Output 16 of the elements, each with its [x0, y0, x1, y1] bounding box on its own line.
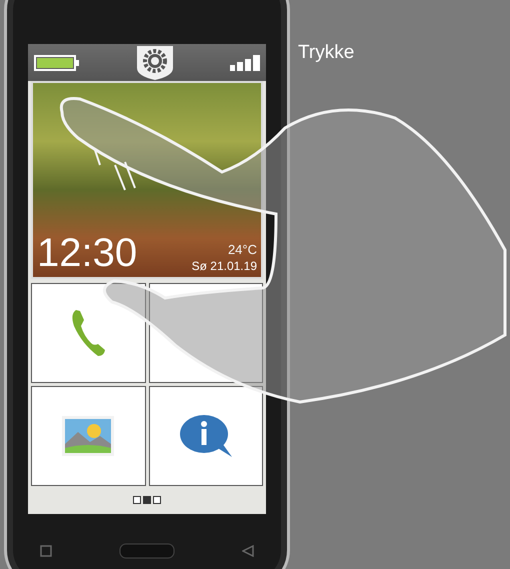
date: Sø 21.01.19	[192, 259, 257, 273]
signal-icon	[230, 54, 260, 70]
temperature: 24°C	[228, 242, 257, 257]
square-icon[interactable]	[40, 544, 52, 556]
app-tile[interactable]	[31, 283, 146, 383]
app-tile[interactable]	[148, 386, 263, 486]
battery-icon	[34, 54, 80, 70]
phone-icon	[70, 308, 106, 358]
back-icon[interactable]	[242, 544, 254, 556]
app-tile[interactable]	[31, 386, 146, 486]
app-tile[interactable]	[148, 283, 263, 383]
clock-time: 12:30	[37, 233, 138, 273]
settings-icon[interactable]	[137, 46, 173, 80]
gallery-icon	[60, 414, 116, 458]
caption: Trykke	[298, 42, 354, 64]
info-icon	[178, 413, 234, 459]
